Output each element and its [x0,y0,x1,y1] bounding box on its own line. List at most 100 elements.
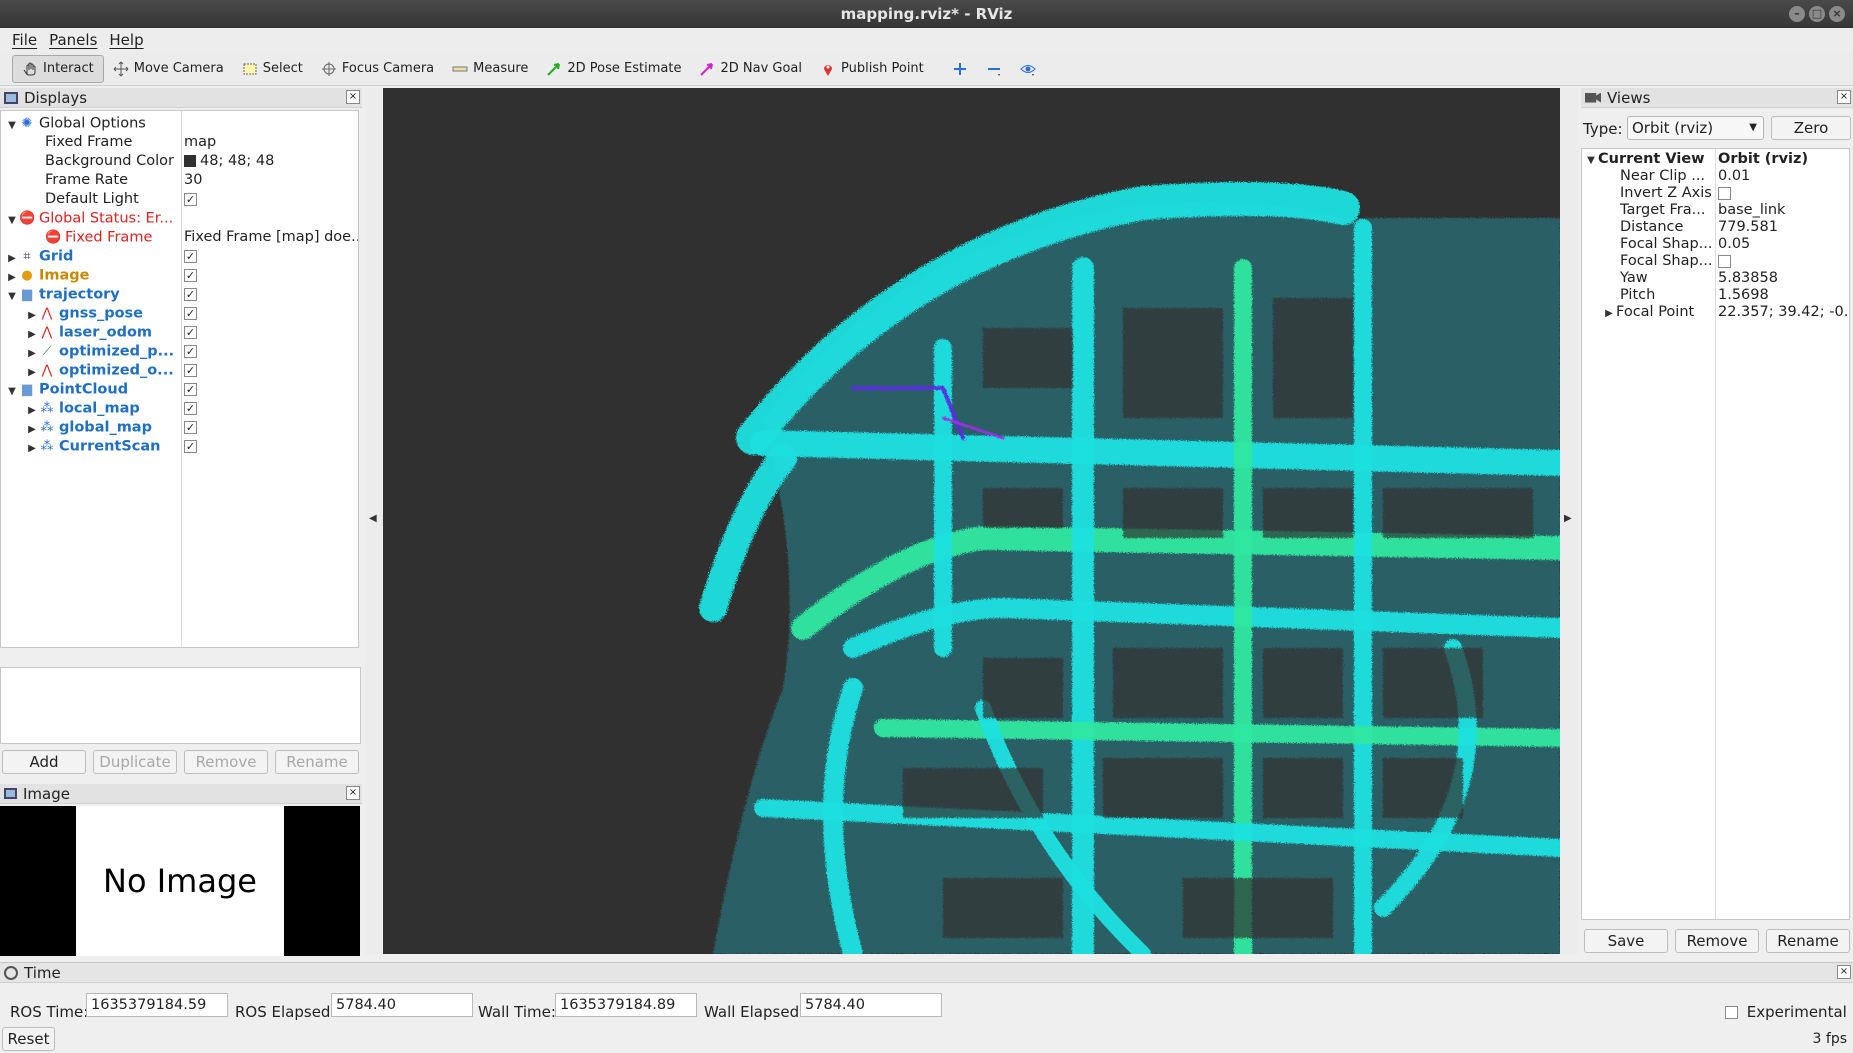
time-panel-close-icon[interactable]: × [1837,965,1851,979]
expand-right-icon[interactable]: ▶ [5,249,19,268]
focal-shape-size-value[interactable]: 0.05 [1718,236,1849,253]
near-clip-value[interactable]: 0.01 [1718,168,1849,185]
default-light-checkbox[interactable]: ✓ [184,192,197,206]
gnss-pose-checkbox[interactable]: ✓ [184,306,197,320]
trajectory-checkbox[interactable]: ✓ [184,287,197,301]
view-prop-row[interactable]: Target Fra... base_link [1582,202,1849,219]
focus-camera-tool-button[interactable]: Focus Camera [312,55,443,83]
expand-down-icon[interactable]: ▼ [1584,152,1598,169]
view-prop-row[interactable]: Near Clip ... 0.01 [1582,168,1849,185]
collapse-left-icon[interactable]: ◀ [369,513,377,524]
fixed-frame-value[interactable]: map [184,133,358,152]
wall-elapsed-field[interactable]: 5784.40 [800,993,942,1017]
optimized-path-checkbox[interactable]: ✓ [184,344,197,358]
wall-time-field[interactable]: 1635379184.89 [555,993,697,1017]
tree-row-trajectory[interactable]: ▼ ▆ trajectory ✓ [1,285,358,304]
yaw-value[interactable]: 5.83858 [1718,270,1849,287]
tree-row-global-map[interactable]: ▶ ⁂ global_map ✓ [1,418,358,437]
menu-panels[interactable]: Panels [43,28,103,52]
tree-row-default-light[interactable]: Default Light ✓ [1,190,358,209]
add-tool-button[interactable] [943,55,977,83]
measure-tool-button[interactable]: Measure [443,55,537,83]
expand-down-icon[interactable]: ▼ [5,116,19,135]
tree-row-image[interactable]: ▶ ● Image ✓ [1,266,358,285]
expand-right-icon[interactable]: ▶ [25,306,39,325]
view-tool-button[interactable] [1011,55,1045,83]
image-panel-close-icon[interactable]: × [346,786,360,800]
experimental-checkbox[interactable] [1725,1006,1738,1019]
tree-row-laser-odom[interactable]: ▶ ⋀ laser_odom ✓ [1,323,358,342]
displays-tree[interactable]: ▼ ✺ Global Options Fixed Frame map Backgro… [0,110,359,648]
duplicate-display-button[interactable]: Duplicate [93,750,177,774]
grid-checkbox[interactable]: ✓ [184,249,197,263]
remove-tool-button[interactable] [977,55,1011,83]
displays-close-icon[interactable]: × [346,90,360,104]
view-prop-row[interactable]: Pitch 1.5698 [1582,287,1849,304]
close-icon[interactable]: × [1829,6,1845,22]
tree-row-grid[interactable]: ▶ ⌗ Grid ✓ [1,247,358,266]
view-prop-row[interactable]: Yaw 5.83858 [1582,270,1849,287]
optimized-odom-checkbox[interactable]: ✓ [184,363,197,377]
experimental-toggle[interactable]: Experimental [1725,1003,1847,1021]
nav-goal-tool-button[interactable]: 2D Nav Goal [690,55,811,83]
tree-row-fixed-frame-error[interactable]: ⛔ Fixed Frame Fixed Frame [map] doe... [1,228,358,247]
focal-point-value[interactable]: 22.357; 39.42; -0... [1718,304,1849,321]
menu-file[interactable]: File [6,28,43,52]
menu-help[interactable]: Help [103,28,149,52]
view-prop-row[interactable]: Focal Shap... 0.05 [1582,236,1849,253]
tree-row-optimized-odom[interactable]: ▶ ⋀ optimized_o... ✓ [1,361,358,380]
global-map-checkbox[interactable]: ✓ [184,420,197,434]
tree-row-pointcloud[interactable]: ▼ ▆ PointCloud ✓ [1,380,358,399]
target-frame-value[interactable]: base_link [1718,202,1849,219]
remove-display-button[interactable]: Remove [184,750,268,774]
view-prop-row[interactable]: Invert Z Axis [1582,185,1849,202]
zero-button[interactable]: Zero [1771,116,1851,140]
expand-right-icon[interactable]: ▶ [5,268,19,287]
tree-row-current-scan[interactable]: ▶ ⁂ CurrentScan ✓ [1,437,358,456]
current-view-row[interactable]: ▼ Current View Orbit (rviz) [1582,151,1849,168]
pointcloud-checkbox[interactable]: ✓ [184,382,197,396]
render-viewport[interactable] [383,88,1560,954]
ros-time-field[interactable]: 1635379184.59 [86,993,228,1017]
frame-rate-value[interactable]: 30 [184,171,358,190]
focal-shape-fixed-checkbox[interactable] [1718,254,1731,268]
expand-right-icon[interactable]: ▶ [25,439,39,458]
invert-z-checkbox[interactable] [1718,186,1731,200]
view-prop-row[interactable]: Focal Shap... [1582,253,1849,270]
save-view-button[interactable]: Save [1584,929,1668,953]
expand-right-icon[interactable]: ▶ [25,401,39,420]
right-splitter[interactable]: ▶ [1560,88,1578,954]
pose-estimate-tool-button[interactable]: 2D Pose Estimate [537,55,690,83]
rename-display-button[interactable]: Rename [275,750,359,774]
pitch-value[interactable]: 1.5698 [1718,287,1849,304]
minimize-icon[interactable]: – [1789,6,1805,22]
views-tree[interactable]: ▼ Current View Orbit (rviz) Near Clip ...… [1581,148,1850,920]
expand-right-icon[interactable]: ▶ [25,344,39,363]
view-type-select[interactable]: Orbit (rviz) ▼ [1627,116,1764,140]
move-camera-tool-button[interactable]: Move Camera [104,55,233,83]
expand-down-icon[interactable]: ▼ [5,211,19,230]
expand-down-icon[interactable]: ▼ [5,287,19,306]
laser-odom-checkbox[interactable]: ✓ [184,325,197,339]
tree-row-global-status[interactable]: ▼ ⛔ Global Status: Er... [1,209,358,228]
expand-right-icon[interactable]: ▶ [25,363,39,382]
view-prop-row[interactable]: Distance 779.581 [1582,219,1849,236]
expand-down-icon[interactable]: ▼ [5,382,19,401]
expand-right-icon[interactable]: ▶ [25,325,39,344]
tree-row-fixed-frame[interactable]: Fixed Frame map [1,133,358,152]
expand-right-icon[interactable]: ▶ [25,420,39,439]
tree-row-global-options[interactable]: ▼ ✺ Global Options [1,114,358,133]
local-map-checkbox[interactable]: ✓ [184,401,197,415]
views-close-icon[interactable]: × [1837,90,1851,104]
publish-point-tool-button[interactable]: Publish Point [811,55,933,83]
collapse-right-icon[interactable]: ▶ [1564,513,1572,524]
tree-row-frame-rate[interactable]: Frame Rate 30 [1,171,358,190]
tree-row-optimized-path[interactable]: ▶ ⟋ optimized_p... ✓ [1,342,358,361]
tree-row-background-color[interactable]: Background Color 48; 48; 48 [1,152,358,171]
current-scan-checkbox[interactable]: ✓ [184,439,197,453]
image-checkbox[interactable]: ✓ [184,268,197,282]
maximize-icon[interactable]: □ [1809,6,1825,22]
tree-row-gnss-pose[interactable]: ▶ ⋀ gnss_pose ✓ [1,304,358,323]
reset-button[interactable]: Reset [2,1027,55,1051]
distance-value[interactable]: 779.581 [1718,219,1849,236]
